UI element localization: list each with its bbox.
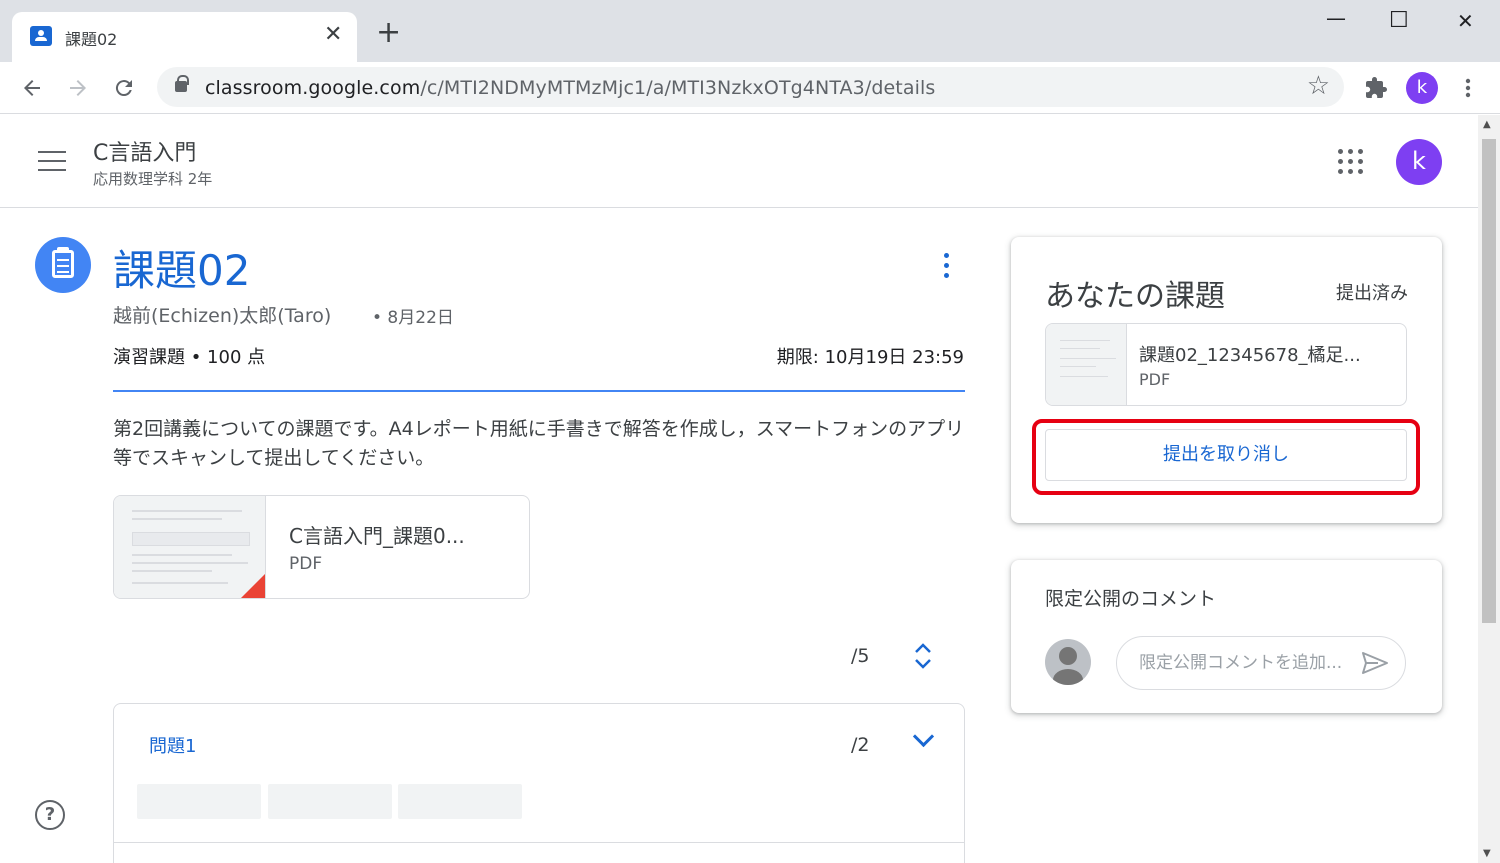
due-date: 期限: 10月19日 23:59	[776, 347, 964, 368]
address-bar[interactable]: classroom.google.com/c/MTI2NDMyMTMzMjc1/…	[157, 67, 1344, 107]
google-apps-icon[interactable]	[1338, 149, 1364, 175]
back-icon[interactable]	[20, 76, 44, 100]
classroom-favicon-icon	[30, 26, 52, 46]
question-divider	[114, 842, 964, 843]
loading-placeholder	[137, 784, 261, 819]
class-name[interactable]: C言語入門	[93, 135, 196, 167]
question-title[interactable]: 問題1	[149, 732, 196, 758]
submitted-file-name[interactable]: 課題02_12345678_橘足...	[1139, 341, 1361, 367]
browser-toolbar: classroom.google.com/c/MTI2NDMyMTMzMjc1/…	[0, 62, 1500, 114]
app-header: C言語入門 応用数理学科 2年 k	[0, 115, 1478, 208]
tab-close-icon[interactable]: ✕	[324, 22, 342, 47]
loading-placeholder	[398, 784, 522, 819]
page-scrollbar[interactable]: ▲ ▼	[1478, 115, 1500, 863]
class-section: 応用数理学科 2年	[93, 170, 213, 188]
assignment-icon	[35, 237, 91, 293]
assignment-points: 演習課題 • 100 点	[113, 347, 266, 368]
reload-icon[interactable]	[112, 76, 136, 100]
chevron-down-icon[interactable]	[912, 728, 936, 752]
private-comments-title: 限定公開のコメント	[1045, 588, 1217, 610]
user-avatar	[1045, 639, 1091, 685]
question-card[interactable]: 問題1 /2	[113, 703, 965, 863]
bookmark-star-icon[interactable]: ☆	[1307, 71, 1330, 101]
extensions-puzzle-icon[interactable]	[1364, 76, 1388, 100]
chrome-menu-icon[interactable]	[1458, 76, 1478, 100]
window-close-icon[interactable]: ✕	[1457, 9, 1474, 33]
attachment-name[interactable]: C言語入門_課題0...	[289, 520, 465, 549]
assignment-title: 課題02	[113, 246, 251, 295]
submitted-file-type: PDF	[1139, 370, 1171, 389]
your-work-title: あなたの課題	[1045, 279, 1225, 314]
maximize-icon[interactable]: ☐	[1389, 8, 1409, 33]
minimize-icon[interactable]: —	[1326, 6, 1346, 30]
highlight-annotation	[1032, 419, 1420, 495]
assignment-author: 越前(Echizen)太郎(Taro)	[113, 305, 332, 327]
browser-profile-avatar[interactable]: k	[1406, 72, 1438, 104]
expand-collapse-all-icon[interactable]	[912, 642, 934, 670]
classroom-page: C言語入門 応用数理学科 2年 k 課題02 越前(Echizen)太郎(Tar…	[0, 115, 1478, 863]
url-text[interactable]: classroom.google.com/c/MTI2NDMyMTMzMjc1/…	[205, 77, 935, 99]
new-tab-button[interactable]: +	[376, 18, 401, 48]
submission-status: 提出済み	[1336, 283, 1408, 304]
main-menu-icon[interactable]	[38, 151, 66, 171]
assignment-description: 第2回講義についての課題です。A4レポート用紙に手書きで解答を作成し，スマートフ…	[113, 418, 965, 469]
browser-tab[interactable]: 課題02 ✕	[12, 12, 357, 62]
submitted-file-card[interactable]: 課題02_12345678_橘足... PDF	[1045, 323, 1407, 406]
account-avatar[interactable]: k	[1396, 139, 1442, 185]
help-icon[interactable]: ?	[35, 800, 65, 830]
forward-icon[interactable]	[66, 76, 90, 100]
lock-icon[interactable]	[175, 75, 189, 92]
scroll-up-arrow-icon[interactable]: ▲	[1483, 119, 1491, 130]
pdf-thumbnail	[114, 496, 266, 598]
assignment-date: • 8月22日	[372, 308, 454, 328]
send-icon[interactable]	[1361, 651, 1389, 675]
total-points: /5	[851, 645, 870, 667]
scroll-down-arrow-icon[interactable]: ▼	[1483, 848, 1491, 859]
attachment-card[interactable]: C言語入門_課題0... PDF	[113, 495, 530, 599]
scroll-thumb[interactable]	[1482, 139, 1496, 623]
private-comments-card: 限定公開のコメント	[1011, 560, 1442, 713]
tab-title: 課題02	[65, 30, 118, 49]
file-thumbnail	[1046, 324, 1127, 405]
question-points: /2	[851, 734, 870, 756]
loading-placeholder	[268, 784, 392, 819]
more-options-icon[interactable]	[938, 253, 956, 281]
browser-tabstrip: 課題02 ✕ + — ☐ ✕	[0, 0, 1500, 62]
header-divider	[113, 390, 965, 392]
attachment-type: PDF	[289, 554, 323, 574]
